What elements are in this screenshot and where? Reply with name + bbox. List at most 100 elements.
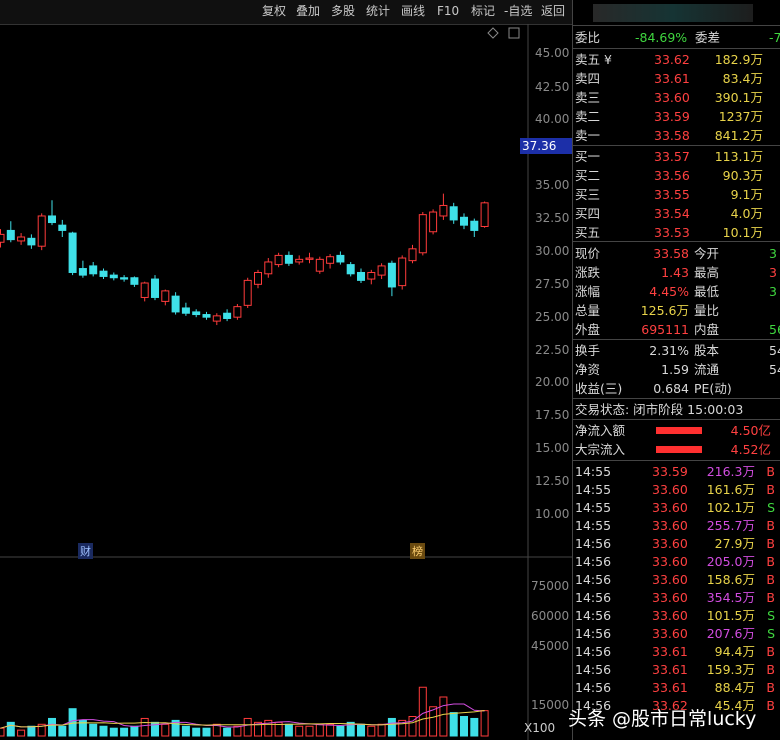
candle[interactable]	[387, 262, 396, 288]
candle[interactable]	[480, 202, 489, 227]
candle[interactable]	[0, 233, 5, 243]
fund-label: 流通	[694, 362, 720, 377]
candle[interactable]	[68, 232, 77, 273]
trade-time: 14:56	[575, 554, 612, 569]
candle[interactable]	[408, 248, 417, 262]
trade-price: 33.59	[652, 464, 688, 479]
candle[interactable]	[346, 264, 355, 275]
quote-label: 现价	[575, 246, 601, 261]
candle[interactable]	[109, 274, 118, 279]
candle[interactable]	[377, 265, 386, 276]
tick-trade-row: 14:56 33.61 159.3万 B	[573, 660, 780, 679]
ask-volume: 390.1万	[714, 90, 763, 105]
tick-trade-row: 14:56 33.60 27.9万 B	[573, 534, 780, 553]
trade-volume: 102.1万	[706, 500, 755, 515]
trade-price: 33.61	[652, 644, 688, 659]
volume-tick: 45000	[531, 639, 570, 653]
candle[interactable]	[181, 307, 190, 314]
candlestick-chart[interactable]	[0, 0, 572, 740]
candle[interactable]	[37, 215, 46, 247]
volume-bar	[0, 727, 5, 737]
ask-label: 卖三	[575, 90, 601, 105]
tick-trade-row: 14:56 33.60 205.0万 B	[573, 552, 780, 571]
candle[interactable]	[58, 224, 67, 231]
candle[interactable]	[161, 290, 170, 302]
bid-level-row: 买三 33.55 9.1万	[573, 185, 780, 204]
axis-tick: 17.50	[535, 408, 570, 422]
candle[interactable]	[367, 271, 376, 280]
fund-value: 54	[769, 362, 780, 377]
flow-bar	[656, 446, 702, 453]
candle[interactable]	[192, 311, 201, 316]
candle[interactable]	[17, 236, 26, 242]
bid-price: 33.53	[654, 225, 690, 240]
candle[interactable]	[89, 265, 98, 275]
candle[interactable]	[439, 204, 448, 217]
quote-label: 内盘	[694, 322, 720, 337]
flow-label: 大宗流入	[575, 442, 626, 457]
candle[interactable]	[233, 306, 242, 318]
candle[interactable]	[295, 258, 304, 263]
candle[interactable]	[120, 277, 129, 280]
candle[interactable]	[315, 258, 324, 272]
quote-label: 量比	[694, 303, 720, 318]
candle[interactable]	[336, 254, 345, 263]
bid-price: 33.56	[654, 168, 690, 183]
maximize-icon[interactable]	[508, 27, 520, 39]
volume-bar	[181, 725, 190, 737]
trade-volume: 207.6万	[706, 626, 755, 641]
quote-row: 涨跌 1.43 最高 3	[573, 263, 780, 282]
candle[interactable]	[418, 214, 427, 254]
fund-value: 1.59	[661, 362, 689, 377]
candle[interactable]	[78, 268, 87, 276]
candle[interactable]	[151, 278, 159, 298]
stock-name-blurred	[593, 4, 753, 22]
candle[interactable]	[212, 315, 221, 322]
candle[interactable]	[130, 277, 139, 285]
candle[interactable]	[171, 295, 180, 313]
ask-level-row: 卖三 33.60 390.1万	[573, 88, 780, 107]
candle[interactable]	[264, 261, 273, 275]
candle[interactable]	[27, 237, 36, 246]
candle[interactable]	[99, 270, 108, 277]
finance-event-tag[interactable]: 财	[78, 543, 93, 559]
candle[interactable]	[398, 257, 407, 287]
volume-bar	[27, 725, 36, 737]
trade-volume: 27.9万	[714, 536, 755, 551]
trade-volume: 159.3万	[706, 662, 755, 677]
volume-bar	[48, 717, 56, 737]
volume-bar	[89, 723, 98, 737]
candle[interactable]	[460, 216, 468, 226]
quote-label: 涨跌	[575, 265, 601, 280]
flow-value: 4.52亿	[730, 442, 771, 457]
candle[interactable]	[429, 211, 438, 233]
volume-bar	[192, 727, 201, 737]
candle[interactable]	[202, 314, 211, 318]
axis-tick: 12.50	[535, 474, 570, 488]
candle[interactable]	[254, 271, 262, 285]
candle[interactable]	[305, 257, 314, 260]
candle[interactable]	[449, 206, 458, 221]
flow-label: 净流入额	[575, 423, 626, 438]
volume-bar	[295, 725, 304, 737]
trade-side: B	[766, 536, 775, 551]
quote-row: 现价 33.58 今开 3	[573, 244, 780, 263]
fund-value: 0.684	[653, 381, 689, 396]
ask-label: 卖四	[575, 71, 601, 86]
candle[interactable]	[140, 282, 149, 298]
volume-tick: 60000	[531, 609, 570, 623]
volume-bar	[315, 723, 324, 737]
candle[interactable]	[274, 254, 283, 266]
rank-event-tag[interactable]: 榜	[410, 543, 425, 559]
diamond-icon[interactable]	[487, 27, 499, 39]
candle[interactable]	[284, 254, 293, 264]
candle[interactable]	[6, 229, 15, 241]
candle[interactable]	[48, 215, 56, 224]
candle[interactable]	[223, 312, 232, 319]
trade-time: 14:56	[575, 662, 612, 677]
candle[interactable]	[243, 279, 252, 306]
candle[interactable]	[357, 271, 365, 281]
candle[interactable]	[326, 256, 335, 264]
candle[interactable]	[470, 220, 479, 231]
fundamental-row: 换手 2.31% 股本 54	[573, 341, 780, 360]
